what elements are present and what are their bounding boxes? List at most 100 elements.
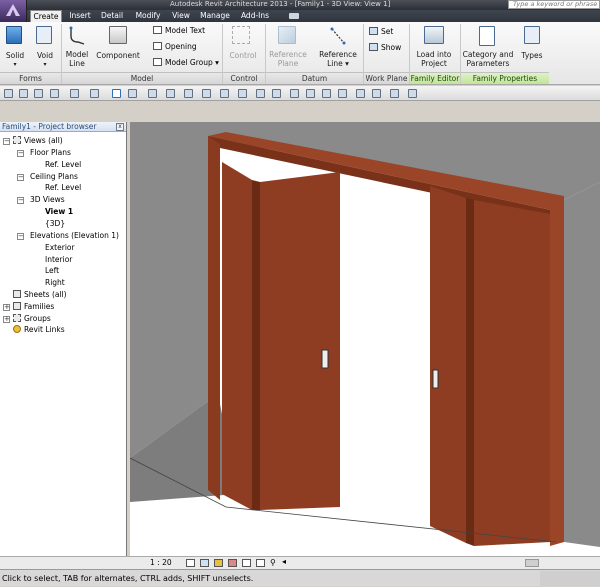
tree-item-interior[interactable]: Interior <box>45 255 72 265</box>
model-line-label-2: Line <box>69 59 85 68</box>
folder-icon[interactable] <box>19 89 28 98</box>
section-box-icon[interactable] <box>238 89 247 98</box>
show-crop-icon[interactable] <box>256 559 265 567</box>
thin-lines-icon[interactable] <box>256 89 265 98</box>
tree-item-label: Views (all) <box>24 136 63 145</box>
family-types-button[interactable]: Types <box>516 51 548 60</box>
dimension-icon[interactable] <box>148 89 157 98</box>
tree-item-view-1[interactable]: View 1 <box>45 207 73 217</box>
tree-item-3d[interactable]: {3D} <box>45 219 65 229</box>
view-scale[interactable]: 1 : 20 <box>150 558 172 567</box>
category-label-2: Parameters <box>466 59 510 68</box>
application-menu-button[interactable] <box>0 0 27 22</box>
close-icon[interactable]: x <box>116 123 124 131</box>
tree-collapse-icon[interactable]: − <box>3 138 10 145</box>
tree-collapse-icon[interactable]: − <box>17 174 24 181</box>
component-button[interactable]: Component <box>94 51 142 60</box>
panel-forms-label: Forms <box>0 72 61 84</box>
close-hidden-icon[interactable] <box>272 89 281 98</box>
void-button[interactable]: Void <box>30 51 60 60</box>
door-leaf-left-outer <box>222 162 252 510</box>
crop-view-icon[interactable] <box>242 559 251 567</box>
tree-item-exterior[interactable]: Exterior <box>45 243 75 253</box>
model-group-button[interactable]: Model Group ▾ <box>153 58 219 68</box>
door-handle-right-icon <box>432 369 439 389</box>
sync-icon[interactable] <box>50 89 59 98</box>
save-icon[interactable] <box>34 89 43 98</box>
tree-item-floor-plans[interactable]: Floor Plans <box>30 148 71 158</box>
customize-toolbar-icon[interactable] <box>408 89 417 98</box>
tree-item-sheets[interactable]: Sheets (all) <box>13 290 67 300</box>
model-line-button[interactable]: Model Line <box>62 50 92 68</box>
open-icon[interactable] <box>4 89 13 98</box>
viewcube-icon[interactable] <box>390 89 399 98</box>
search-input[interactable]: Type a keyword or phrase <box>508 0 600 9</box>
model-text-button[interactable]: Model Text <box>153 26 205 36</box>
tree-item-ref-level-floor[interactable]: Ref. Level <box>45 160 81 170</box>
tree-item-ref-level-ceiling[interactable]: Ref. Level <box>45 183 81 193</box>
tree-expand-icon[interactable]: + <box>3 304 10 311</box>
tab-create[interactable]: Create <box>30 10 62 22</box>
reference-plane-button[interactable]: Reference Plane <box>266 50 310 68</box>
reference-line-button[interactable]: Reference Line ▾ <box>316 50 360 68</box>
category-label-1: Category and <box>462 50 514 59</box>
3d-view-canvas[interactable] <box>129 122 600 556</box>
tree-collapse-icon[interactable]: − <box>17 233 24 240</box>
control-button[interactable]: Control <box>224 51 262 60</box>
visual-style-icon[interactable] <box>200 559 209 567</box>
quick-access-toolbar <box>0 86 600 101</box>
tree-item-right[interactable]: Right <box>45 278 65 288</box>
scroll-left-icon[interactable]: ◂ <box>282 557 286 566</box>
tab-add-ins[interactable]: Add-Ins <box>237 10 273 22</box>
tab-manage[interactable]: Manage <box>197 10 233 22</box>
tree-collapse-icon[interactable]: − <box>17 150 24 157</box>
detail-level-icon[interactable] <box>186 559 195 567</box>
ribbon-minimize-icon[interactable] <box>289 13 299 19</box>
undo-icon[interactable] <box>70 89 79 98</box>
cascade-icon[interactable] <box>322 89 331 98</box>
3d-view-icon[interactable] <box>220 89 229 98</box>
set-work-plane-button[interactable]: Set <box>369 27 393 37</box>
tree-item-left[interactable]: Left <box>45 266 59 276</box>
right-wall <box>564 182 600 547</box>
visibility-icon[interactable] <box>356 89 365 98</box>
tree-item-groups[interactable]: Groups <box>13 314 51 324</box>
tree-item-revit-links[interactable]: Revit Links <box>13 325 65 335</box>
status-bar-filter <box>540 571 600 586</box>
tab-view[interactable]: View <box>167 10 195 22</box>
chevron-down-icon: ▾ <box>43 61 47 68</box>
show-work-plane-button[interactable]: Show <box>369 43 401 53</box>
tree-item-elevations[interactable]: Elevations (Elevation 1) <box>30 231 119 241</box>
switch-windows-icon[interactable] <box>290 89 299 98</box>
measure-icon[interactable] <box>128 89 137 98</box>
category-and-parameters-button[interactable]: Category and Parameters <box>461 50 515 68</box>
tag-icon[interactable] <box>166 89 175 98</box>
tree-expand-icon[interactable]: + <box>3 316 10 323</box>
steering-wheel-icon[interactable] <box>372 89 381 98</box>
door-leaf-right-outer <box>430 186 466 543</box>
load-into-project-button[interactable]: Load into Project <box>410 50 458 68</box>
lock-icon[interactable]: ⚲ <box>270 558 276 567</box>
section-icon[interactable] <box>202 89 211 98</box>
opening-button[interactable]: Opening <box>153 42 197 52</box>
tab-detail[interactable]: Detail <box>97 10 127 22</box>
solid-button[interactable]: Solid <box>0 51 30 60</box>
sun-path-icon[interactable] <box>214 559 223 567</box>
family-types-icon <box>524 26 540 44</box>
tree-item-ceiling-plans[interactable]: Ceiling Plans <box>30 172 78 182</box>
redo-icon[interactable] <box>90 89 99 98</box>
tree-collapse-icon[interactable]: − <box>17 197 24 204</box>
families-icon <box>13 302 21 310</box>
render-icon[interactable] <box>338 89 347 98</box>
tree-item-3d-views[interactable]: 3D Views <box>30 195 65 205</box>
select-cursor-icon[interactable] <box>112 89 121 98</box>
tab-insert[interactable]: Insert <box>65 10 95 22</box>
tile-icon[interactable] <box>306 89 315 98</box>
shadows-icon[interactable] <box>228 559 237 567</box>
tree-item-views-all[interactable]: Views (all) <box>13 136 63 146</box>
tree-item-families[interactable]: Families <box>13 302 54 312</box>
scrollbar-thumb[interactable] <box>525 559 539 567</box>
text-tool-icon[interactable] <box>184 89 193 98</box>
tab-modify[interactable]: Modify <box>131 10 165 22</box>
project-browser-title-text: Family1 - Project browser <box>2 122 97 131</box>
